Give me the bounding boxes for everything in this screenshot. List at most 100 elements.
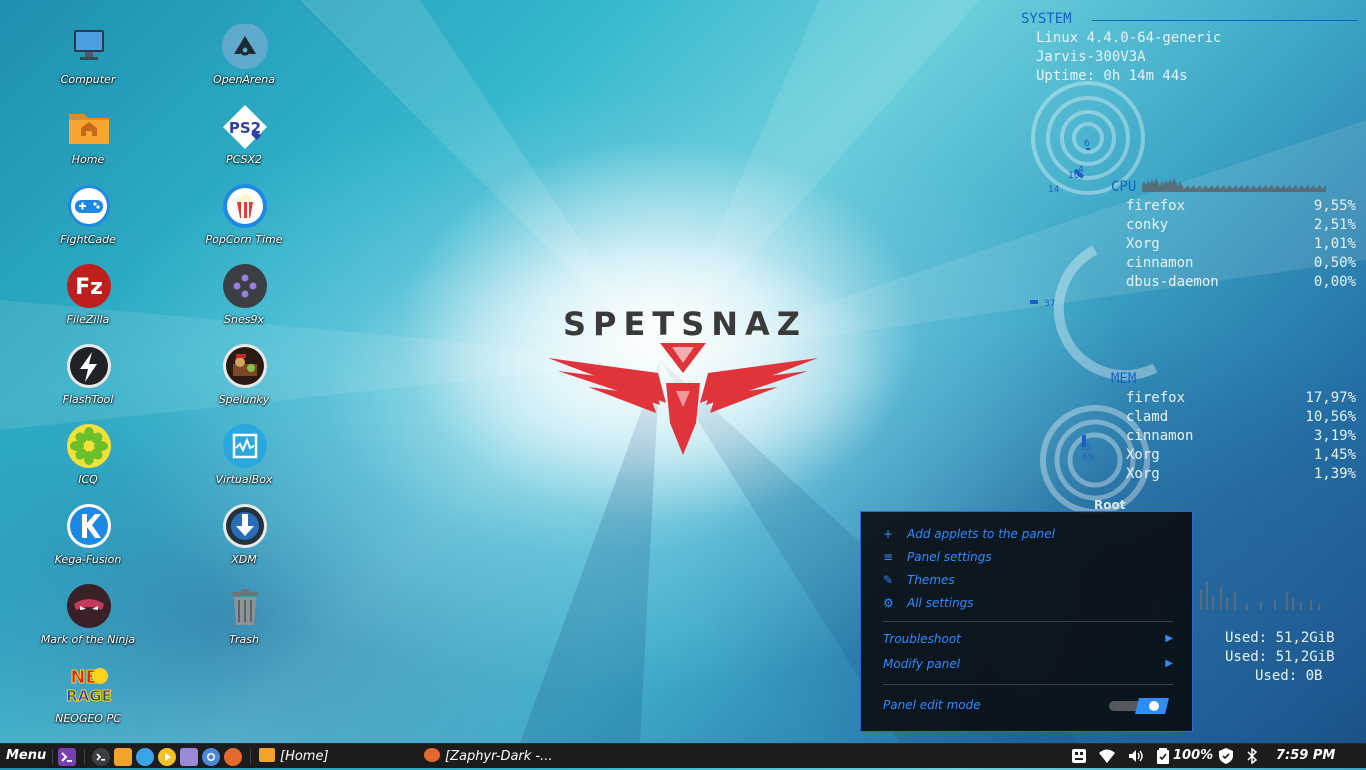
desktop-icon-virtualbox[interactable]: VirtualBox	[189, 424, 299, 504]
panel-edit-mode-toggle[interactable]	[1109, 698, 1171, 714]
menu-item-themes[interactable]: ✎ Themes	[883, 570, 955, 590]
desktop-icon-label: PCSX2	[225, 153, 263, 166]
taskbar-separator	[250, 749, 251, 764]
process-value: 1,39%	[1313, 466, 1356, 482]
desktop-icon-label: FileZilla	[66, 313, 110, 326]
clock[interactable]: 7:59 PM	[1276, 748, 1335, 763]
desktop-icon-openarena[interactable]: OpenArena	[189, 23, 299, 104]
firefox-launcher-icon[interactable]	[224, 748, 242, 766]
desktop-icon-fightcade[interactable]: FightCade	[33, 184, 143, 264]
neogeo-icon: NE RAGE	[66, 663, 113, 709]
openarena-icon	[222, 23, 268, 70]
conky-cpu-header: CPU	[1111, 179, 1137, 195]
desktop-icon-pcsx2[interactable]: PS2 PCSX2	[189, 104, 299, 184]
terminal-icon[interactable]	[92, 748, 110, 766]
desktop-icon-label: NEOGEO PC	[55, 712, 121, 725]
conky-system-header: SYSTEM	[1021, 11, 1072, 27]
taskbar-window-home[interactable]: [Home]	[259, 748, 329, 764]
desktop-icon-label: Computer	[60, 73, 116, 86]
svg-text:Fz: Fz	[75, 275, 103, 300]
chevron-right-icon: ▶	[1165, 658, 1173, 669]
conky-disk-used: Used: 51,2GiB	[1225, 630, 1335, 646]
folder-icon	[259, 748, 275, 762]
process-name: firefox	[1126, 198, 1186, 214]
process-value: 0,50%	[1313, 255, 1356, 271]
desktop-icon-spelunky[interactable]: Spelunky	[189, 344, 299, 424]
process-name: cinnamon	[1126, 428, 1194, 444]
process-name: conky	[1126, 217, 1169, 233]
desktop-icon-label: FightCade	[60, 233, 116, 246]
cpu-ring-label: 37	[1044, 299, 1055, 309]
flashtool-icon	[66, 344, 112, 390]
desktop-icon-filezilla[interactable]: Fz FileZilla	[33, 264, 143, 344]
taskbar-separator	[52, 749, 53, 764]
fightcade-icon	[66, 184, 112, 230]
submenu-label: Modify panel	[883, 657, 961, 671]
submenu-modify-panel[interactable]: Modify panel ▶	[883, 654, 1173, 674]
desktop-icon-flashtool[interactable]: FlashTool	[33, 344, 143, 424]
shield-icon[interactable]	[1219, 748, 1233, 768]
taskbar-window-firefox[interactable]: [Zaphyr-Dark -...	[424, 748, 553, 764]
menu-item-panel-edit-mode[interactable]: Panel edit mode	[883, 695, 981, 715]
trash-icon	[222, 584, 268, 630]
menu-item-label: Add applets to the panel	[907, 527, 1055, 541]
menu-item-all-settings[interactable]: ⚙ All settings	[883, 593, 974, 613]
desktop-icon-label: FlashTool	[62, 393, 114, 406]
process-name: dbus-daemon	[1126, 274, 1219, 290]
desktop-icon-label: Snes9x	[224, 313, 264, 326]
process-value: 3,19%	[1313, 428, 1356, 444]
menu-item-panel-settings[interactable]: ≡ Panel settings	[883, 547, 992, 567]
conky-root-label: Root	[1094, 498, 1126, 512]
text-editor-icon[interactable]	[180, 748, 198, 766]
chrome-icon[interactable]	[202, 748, 220, 766]
browser-icon[interactable]	[136, 748, 154, 766]
desktop-icon-label: Trash	[229, 633, 259, 646]
desktop-icon-neogeo[interactable]: NE RAGE NEOGEO PC	[33, 663, 143, 743]
menu-item-label: Themes	[907, 573, 955, 587]
desktop-icon-label: Home	[71, 153, 105, 166]
home-folder-icon	[66, 104, 112, 150]
wifi-icon[interactable]	[1098, 748, 1116, 768]
submenu-troubleshoot[interactable]: Troubleshoot ▶	[883, 629, 1173, 649]
window-title: [Zaphyr-Dark -...	[445, 749, 553, 764]
battery-icon[interactable]	[1156, 748, 1170, 768]
xdm-icon	[222, 504, 268, 550]
window-title: [Home]	[280, 749, 329, 764]
pcsx2-icon: PS2	[222, 104, 268, 150]
popcorn-time-icon	[222, 184, 268, 230]
files-icon[interactable]	[114, 748, 132, 766]
battery-percent: 100%	[1173, 748, 1214, 763]
bluetooth-icon[interactable]	[1246, 747, 1258, 768]
firefox-icon	[424, 748, 440, 762]
desktop-icon-icq[interactable]: ICQ	[33, 424, 143, 504]
process-name: Xorg	[1126, 466, 1160, 482]
desktop-icon-label: Kega-Fusion	[54, 553, 122, 566]
menu-separator	[883, 621, 1173, 622]
desktop-icon-mark-of-the-ninja[interactable]: Mark of the Ninja	[33, 584, 143, 664]
menu-item-add-applets[interactable]: + Add applets to the panel	[883, 524, 1055, 544]
tray-network-monitor-icon[interactable]	[1071, 748, 1087, 768]
terminal-launcher-icon[interactable]	[58, 748, 76, 766]
menu-button[interactable]: Menu	[6, 748, 46, 763]
volume-icon[interactable]	[1127, 748, 1145, 768]
process-value: 10,56%	[1305, 409, 1356, 425]
desktop-icon-xdm[interactable]: XDM	[189, 504, 299, 584]
conky-system-divider	[1092, 20, 1358, 21]
desktop-icon-popcorn-time[interactable]: PopCorn Time	[189, 184, 299, 264]
conky-disk-used: Used: 51,2GiB	[1225, 649, 1335, 665]
process-name: firefox	[1126, 390, 1186, 406]
media-player-icon[interactable]	[158, 748, 176, 766]
conky-mem-header: MEM	[1111, 371, 1137, 387]
desktop-icon-label: PopCorn Time	[205, 233, 283, 246]
filezilla-icon: Fz	[66, 264, 112, 310]
desktop-icon-kega-fusion[interactable]: Kega-Fusion	[33, 504, 143, 584]
process-value: 9,55%	[1313, 198, 1356, 214]
desktop-icon-computer[interactable]: Computer	[33, 24, 143, 104]
virtualbox-icon	[222, 424, 268, 470]
process-value: 17,97%	[1305, 390, 1356, 406]
desktop-icon-trash[interactable]: Trash	[189, 584, 299, 664]
desktop-icon-home[interactable]: Home	[33, 104, 143, 184]
panel-context-menu: + Add applets to the panel ≡ Panel setting…	[860, 511, 1193, 732]
taskbar-separator	[84, 749, 85, 764]
desktop-icon-snes9x[interactable]: Snes9x	[189, 264, 299, 344]
